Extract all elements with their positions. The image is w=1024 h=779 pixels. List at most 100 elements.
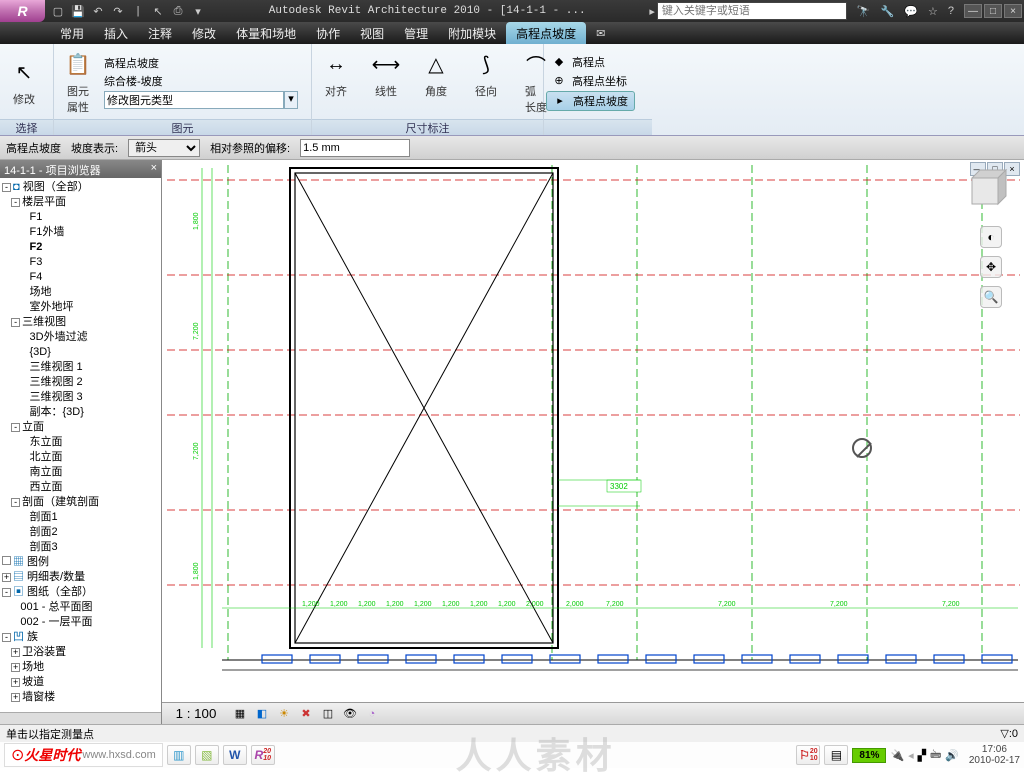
tab-3[interactable]: 修改 — [182, 22, 226, 44]
type-selector[interactable] — [104, 91, 284, 109]
element-properties-tool[interactable]: 📋 图元 属性 — [60, 47, 96, 117]
pointer-icon[interactable]: ↖ — [151, 4, 165, 18]
task-folder-icon[interactable]: ▧ — [195, 745, 219, 765]
tree-item[interactable]: F3 — [2, 255, 161, 270]
tree-item[interactable]: +卫浴装置 — [2, 645, 161, 660]
tree-item[interactable]: 副本：{3D} — [2, 405, 161, 420]
browser-scrollbar[interactable] — [0, 712, 161, 724]
tab-4[interactable]: 体量和场地 — [226, 22, 306, 44]
save-icon[interactable]: 💾 — [71, 4, 85, 18]
close-button[interactable]: × — [1004, 4, 1022, 18]
modify-tool[interactable]: ↖ 修改 — [6, 55, 42, 109]
tray-net-icon[interactable]: ▞ — [918, 749, 926, 762]
tree-item[interactable]: 三维视图 3 — [2, 390, 161, 405]
maximize-button[interactable]: □ — [984, 4, 1002, 18]
steering-wheel-icon[interactable]: ◐ — [980, 226, 1002, 248]
task-word-icon[interactable]: W — [223, 745, 247, 765]
tree-item[interactable]: +坡道 — [2, 675, 161, 690]
tree-item[interactable]: ▦ 图例 — [2, 555, 161, 570]
battery-status[interactable]: 81% — [852, 748, 886, 763]
tab-1[interactable]: 插入 — [94, 22, 138, 44]
tree-item[interactable]: 南立面 — [2, 465, 161, 480]
type-dropdown-icon[interactable]: ▾ — [284, 91, 298, 109]
scale-input[interactable] — [166, 706, 226, 722]
tree-item[interactable]: 东立面 — [2, 435, 161, 450]
task-revit-icon[interactable]: R2010 — [251, 745, 275, 765]
tray-lang-icon[interactable]: 🖮 — [930, 746, 941, 765]
dim-线性[interactable]: ⟷线性 — [368, 47, 404, 117]
minimize-button[interactable]: — — [964, 4, 982, 18]
key-icon[interactable]: 🔧 — [881, 5, 895, 18]
tree-item[interactable]: 002 - 一层平面 — [2, 615, 161, 630]
drawing-canvas[interactable]: — □ × — [162, 160, 1024, 702]
detail-icon[interactable]: ▦ — [232, 706, 248, 722]
tab-8[interactable]: 附加模块 — [438, 22, 506, 44]
tab-6[interactable]: 视图 — [350, 22, 394, 44]
tree-item[interactable]: -▣ 图纸（全部） — [2, 585, 161, 600]
tree-item[interactable]: 北立面 — [2, 450, 161, 465]
help-icon[interactable]: ? — [948, 5, 954, 18]
task-browser-icon[interactable]: ▥ — [167, 745, 191, 765]
tree-item[interactable]: +▤ 明细表/数量 — [2, 570, 161, 585]
tree-item[interactable]: -凹 族 — [2, 630, 161, 645]
reveal-icon[interactable]: ◔ — [364, 706, 380, 722]
tree-item[interactable]: 剖面2 — [2, 525, 161, 540]
slope-rep-select[interactable]: 箭头 — [128, 139, 200, 157]
dim-角度[interactable]: △角度 — [418, 47, 454, 117]
tree-item[interactable]: 3D外墙过滤 — [2, 330, 161, 345]
tab-0[interactable]: 常用 — [50, 22, 94, 44]
task-app-icon[interactable]: ▤ — [824, 745, 848, 765]
system-clock[interactable]: 17:062010-02-17 — [969, 744, 1020, 766]
tree-item[interactable]: -◘ 视图（全部） — [2, 180, 161, 195]
search-input[interactable] — [657, 2, 847, 20]
tree-item[interactable]: -立面 — [2, 420, 161, 435]
app-menu-button[interactable]: R — [0, 0, 45, 22]
tree-item[interactable]: 剖面1 — [2, 510, 161, 525]
shadow-icon[interactable]: ✖ — [298, 706, 314, 722]
tree-item[interactable]: -三维视图 — [2, 315, 161, 330]
tree-item[interactable]: F2 — [2, 240, 161, 255]
hide-icon[interactable]: 👁 — [342, 706, 358, 722]
dim-径向[interactable]: ⟆径向 — [468, 47, 504, 117]
fav-icon[interactable]: ☆ — [928, 5, 938, 18]
browser-close-icon[interactable]: × — [151, 162, 157, 176]
dim-对齐[interactable]: ↔对齐 — [318, 47, 354, 117]
tab-2[interactable]: 注释 — [138, 22, 182, 44]
tree-item[interactable]: F1 — [2, 210, 161, 225]
tree-item[interactable]: 剖面3 — [2, 540, 161, 555]
search-play-icon[interactable]: ▸ — [649, 5, 655, 18]
spot-2[interactable]: ▸高程点坡度 — [546, 91, 635, 111]
tree-item[interactable]: 场地 — [2, 285, 161, 300]
spot-1[interactable]: ⊕高程点坐标 — [546, 72, 635, 90]
tree-item[interactable]: +墙窗楼 — [2, 690, 161, 705]
crop-icon[interactable]: ◫ — [320, 706, 336, 722]
dd-icon[interactable]: ▾ — [191, 4, 205, 18]
view-cube[interactable] — [958, 164, 1012, 218]
print-icon[interactable]: ⎙ — [171, 4, 185, 18]
tree-item[interactable]: -剖面（建筑剖面 — [2, 495, 161, 510]
tree-item[interactable]: 西立面 — [2, 480, 161, 495]
tree-item[interactable]: +场地 — [2, 660, 161, 675]
filter-status[interactable]: ▽:0 — [1000, 727, 1018, 740]
task-revit2-icon[interactable]: ⚐2010 — [796, 745, 820, 765]
tab-9[interactable]: 高程点坡度 — [506, 22, 586, 44]
browser-tree[interactable]: -◘ 视图（全部） -楼层平面 F1 F1外墙 F2 F3 F4 场地 室外地坪… — [0, 178, 161, 712]
pan-icon[interactable]: ✥ — [980, 256, 1002, 278]
tree-item[interactable]: F4 — [2, 270, 161, 285]
tab-5[interactable]: 协作 — [306, 22, 350, 44]
tree-item[interactable]: 001 - 总平面图 — [2, 600, 161, 615]
chat-icon[interactable]: 💬 — [904, 5, 918, 18]
open-icon[interactable]: ▢ — [51, 4, 65, 18]
spot-0[interactable]: ◆高程点 — [546, 53, 635, 71]
undo-icon[interactable]: ↶ — [91, 4, 105, 18]
tree-item[interactable]: {3D} — [2, 345, 161, 360]
offset-input[interactable] — [300, 139, 410, 157]
tray-vol-icon[interactable]: 🔊 — [945, 749, 959, 762]
redo-icon[interactable]: ↷ — [111, 4, 125, 18]
binoculars-icon[interactable]: 🔭 — [857, 5, 871, 18]
model-icon[interactable]: ◧ — [254, 706, 270, 722]
tree-item[interactable]: 三维视图 2 — [2, 375, 161, 390]
zoom-icon[interactable]: 🔍 — [980, 286, 1002, 308]
tree-item[interactable]: -楼层平面 — [2, 195, 161, 210]
tree-item[interactable]: 三维视图 1 — [2, 360, 161, 375]
